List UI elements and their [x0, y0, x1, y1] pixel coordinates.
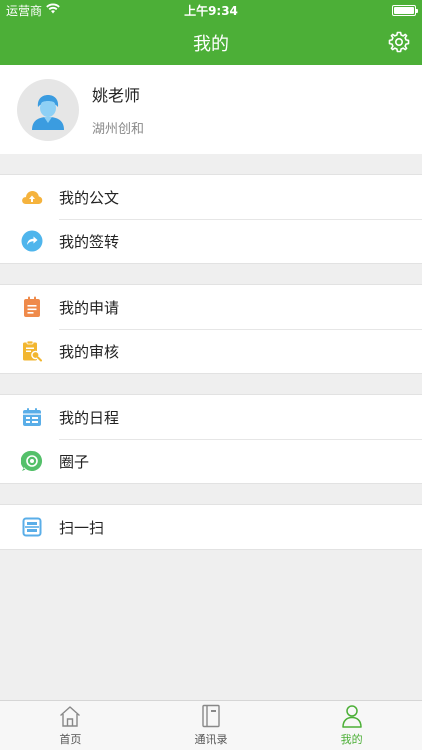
menu-group-schedule: 我的日程 圈子 [0, 394, 422, 484]
menu-group-documents: 我的公文 我的签转 [0, 174, 422, 264]
scan-icon [21, 516, 43, 538]
menu-group-approvals: 我的申请 我的审核 [0, 284, 422, 374]
profile-name: 姚老师 [92, 86, 141, 105]
menu-item-label: 我的签转 [59, 232, 120, 251]
share-arrow-icon [21, 230, 43, 252]
status-left: 运营商 [6, 2, 60, 19]
profile-org: 湖州创和 [92, 122, 145, 137]
wifi-icon [46, 3, 60, 17]
avatar [17, 78, 79, 141]
home-icon [58, 703, 82, 729]
tab-mine[interactable]: 我的 [281, 701, 422, 750]
settings-button[interactable] [386, 29, 412, 55]
menu-item-label: 我的申请 [59, 298, 120, 317]
nav-bar: 我的 [0, 20, 422, 65]
profile-info: 姚老师 湖州创和 [92, 82, 144, 137]
menu-item-label: 我的审核 [59, 342, 120, 361]
cloud-upload-icon [21, 186, 43, 208]
person-icon [340, 703, 364, 729]
menu-item-label: 圈子 [59, 452, 90, 471]
page-title: 我的 [193, 33, 229, 55]
menu-group-scan: 扫一扫 [0, 504, 422, 550]
gear-icon [388, 31, 410, 53]
menu-item-my-documents[interactable]: 我的公文 [0, 175, 422, 219]
menu-item-label: 扫一扫 [59, 518, 105, 537]
tab-contacts[interactable]: 通讯录 [141, 701, 282, 750]
circle-chat-icon [21, 450, 43, 472]
tab-label: 我的 [340, 733, 363, 746]
menu-item-my-schedule[interactable]: 我的日程 [0, 395, 422, 439]
status-bar: 运营商 上午9:34 [0, 0, 422, 20]
status-time: 上午9:34 [184, 3, 238, 18]
battery-icon [392, 4, 418, 16]
tab-label: 首页 [59, 733, 82, 746]
profile-card[interactable]: 姚老师 湖州创和 [0, 65, 422, 154]
calendar-icon [21, 406, 43, 428]
tab-home[interactable]: 首页 [0, 701, 141, 750]
top-bar: 运营商 上午9:34 我的 [0, 0, 422, 65]
review-doc-icon [21, 340, 43, 362]
tab-label: 通讯录 [194, 733, 228, 746]
carrier-label: 运营商 [6, 3, 43, 18]
menu-item-label: 我的日程 [59, 408, 120, 427]
menu-item-my-reviews[interactable]: 我的审核 [0, 329, 422, 373]
tab-bar: 首页 通讯录 我的 [0, 700, 422, 750]
menu-item-my-applications[interactable]: 我的申请 [0, 285, 422, 329]
menu-item-my-transfers[interactable]: 我的签转 [0, 219, 422, 263]
menu-item-scan[interactable]: 扫一扫 [0, 505, 422, 549]
user-avatar-icon [32, 94, 64, 130]
menu-item-label: 我的公文 [59, 188, 120, 207]
clipboard-icon [21, 296, 43, 318]
contacts-book-icon [199, 703, 223, 729]
menu-item-circle[interactable]: 圈子 [0, 439, 422, 483]
